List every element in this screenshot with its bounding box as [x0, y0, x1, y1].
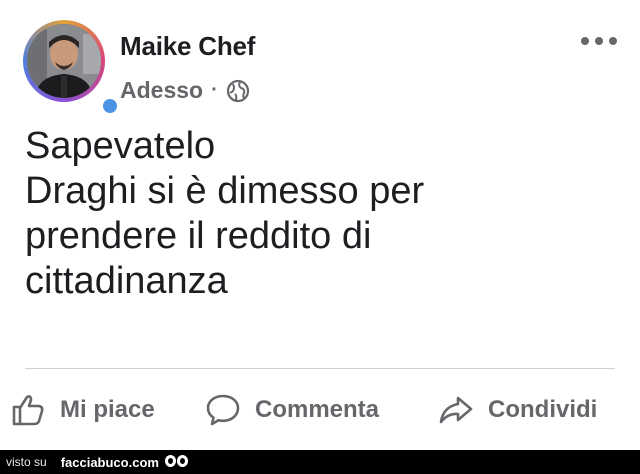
globe-icon[interactable]: [226, 79, 250, 103]
thumbs-up-icon: [12, 395, 44, 426]
comment-icon: [206, 394, 240, 426]
eyes-logo-icon: [164, 453, 191, 471]
divider: [25, 368, 615, 369]
comment-button[interactable]: Commenta: [205, 387, 379, 433]
more-dot: [609, 37, 617, 45]
share-button[interactable]: Condividi: [438, 387, 597, 433]
seen-on-text: visto su: [6, 455, 47, 469]
avatar-photo: [27, 24, 101, 98]
facebook-post: Maike Chef Adesso · Sapevatelo Draghi si…: [0, 0, 640, 450]
site-name[interactable]: facciabuco.com: [61, 455, 159, 470]
comment-label: Commenta: [255, 396, 380, 423]
post-line: cittadinanza: [25, 260, 228, 302]
post-actions: Mi piace Commenta Condividi: [0, 387, 640, 433]
like-button[interactable]: Mi piace: [10, 387, 155, 433]
more-options-icon[interactable]: [581, 32, 617, 50]
more-dot: [595, 37, 603, 45]
share-label: Condividi: [488, 396, 598, 423]
profile-avatar[interactable]: [23, 20, 119, 115]
post-line: Draghi si è dimesso per: [25, 170, 425, 212]
more-dot: [581, 37, 589, 45]
post-line: prendere il reddito di: [25, 215, 372, 257]
watermark-footer: visto su facciabuco.com: [0, 450, 640, 474]
like-label: Mi piace: [60, 396, 155, 423]
share-icon: [439, 396, 473, 424]
post-timestamp[interactable]: Adesso: [120, 77, 203, 104]
post-line: Sapevatelo: [25, 125, 216, 167]
verified-badge-icon: [101, 97, 119, 115]
author-name[interactable]: Maike Chef: [120, 31, 255, 62]
post-meta: Adesso ·: [120, 75, 250, 105]
post-body: Sapevatelo Draghi si è dimesso per prend…: [25, 124, 615, 304]
meta-separator: ·: [211, 78, 218, 101]
